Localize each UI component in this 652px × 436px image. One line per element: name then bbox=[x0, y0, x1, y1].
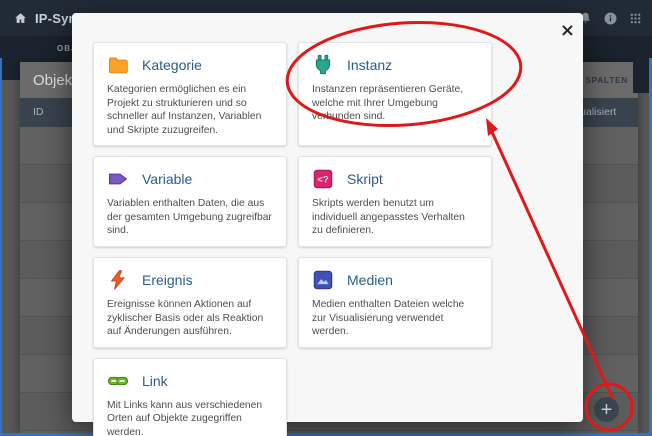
card-description: Skripts werden benutzt um individuell an… bbox=[312, 197, 478, 238]
lightning-icon bbox=[107, 269, 129, 291]
add-object-button[interactable]: + bbox=[594, 397, 619, 422]
card-skript[interactable]: <? Skript Skripts werden benutzt um indi… bbox=[298, 156, 492, 247]
object-type-cards: Kategorie Kategorien ermöglichen es ein … bbox=[93, 42, 492, 436]
card-kategorie[interactable]: Kategorie Kategorien ermöglichen es ein … bbox=[93, 42, 287, 146]
add-object-modal: × Kategorie Kategorien ermöglichen es ei… bbox=[72, 13, 583, 422]
card-description: Instanzen repräsentieren Geräte, welche … bbox=[312, 83, 478, 124]
card-description: Variablen enthalten Daten, die aus der g… bbox=[107, 197, 273, 238]
card-title: Link bbox=[142, 373, 168, 389]
card-title: Instanz bbox=[347, 57, 392, 73]
card-description: Ereignisse können Aktionen auf zyklische… bbox=[107, 298, 273, 339]
card-title: Medien bbox=[347, 272, 393, 288]
card-description: Mit Links kann aus verschiedenen Orten a… bbox=[107, 399, 273, 436]
card-variable[interactable]: Variable Variablen enthalten Daten, die … bbox=[93, 156, 287, 247]
card-description: Medien enthalten Dateien welche zur Visu… bbox=[312, 298, 478, 339]
image-icon bbox=[312, 269, 334, 291]
home-icon[interactable] bbox=[13, 11, 28, 26]
plug-icon bbox=[312, 54, 334, 76]
card-title: Kategorie bbox=[142, 57, 202, 73]
folder-icon bbox=[107, 54, 129, 76]
close-icon[interactable]: × bbox=[560, 22, 575, 40]
card-title: Skript bbox=[347, 171, 383, 187]
card-instanz[interactable]: Instanz Instanzen repräsentieren Geräte,… bbox=[298, 42, 492, 146]
card-title: Ereignis bbox=[142, 272, 193, 288]
apps-grid-icon[interactable] bbox=[628, 11, 643, 26]
window-border-left bbox=[0, 58, 2, 436]
card-medien[interactable]: Medien Medien enthalten Dateien welche z… bbox=[298, 257, 492, 348]
svg-text:<?: <? bbox=[317, 175, 329, 186]
script-icon: <? bbox=[312, 168, 334, 190]
card-description: Kategorien ermöglichen es ein Projekt zu… bbox=[107, 83, 273, 137]
columns-button-label: SPALTEN bbox=[585, 75, 628, 85]
card-title: Variable bbox=[142, 171, 192, 187]
info-icon[interactable] bbox=[603, 11, 618, 26]
chain-icon bbox=[107, 370, 129, 392]
tag-icon bbox=[107, 168, 129, 190]
card-link[interactable]: Link Mit Links kann aus verschiedenen Or… bbox=[93, 358, 287, 436]
column-header-id: ID bbox=[33, 106, 44, 118]
card-ereignis[interactable]: Ereignis Ereignisse können Aktionen auf … bbox=[93, 257, 287, 348]
app-window: IP-Symcon OBJEKTBAUM Objektbaum SPALTEN bbox=[0, 0, 652, 436]
header-icon-group bbox=[578, 0, 643, 36]
